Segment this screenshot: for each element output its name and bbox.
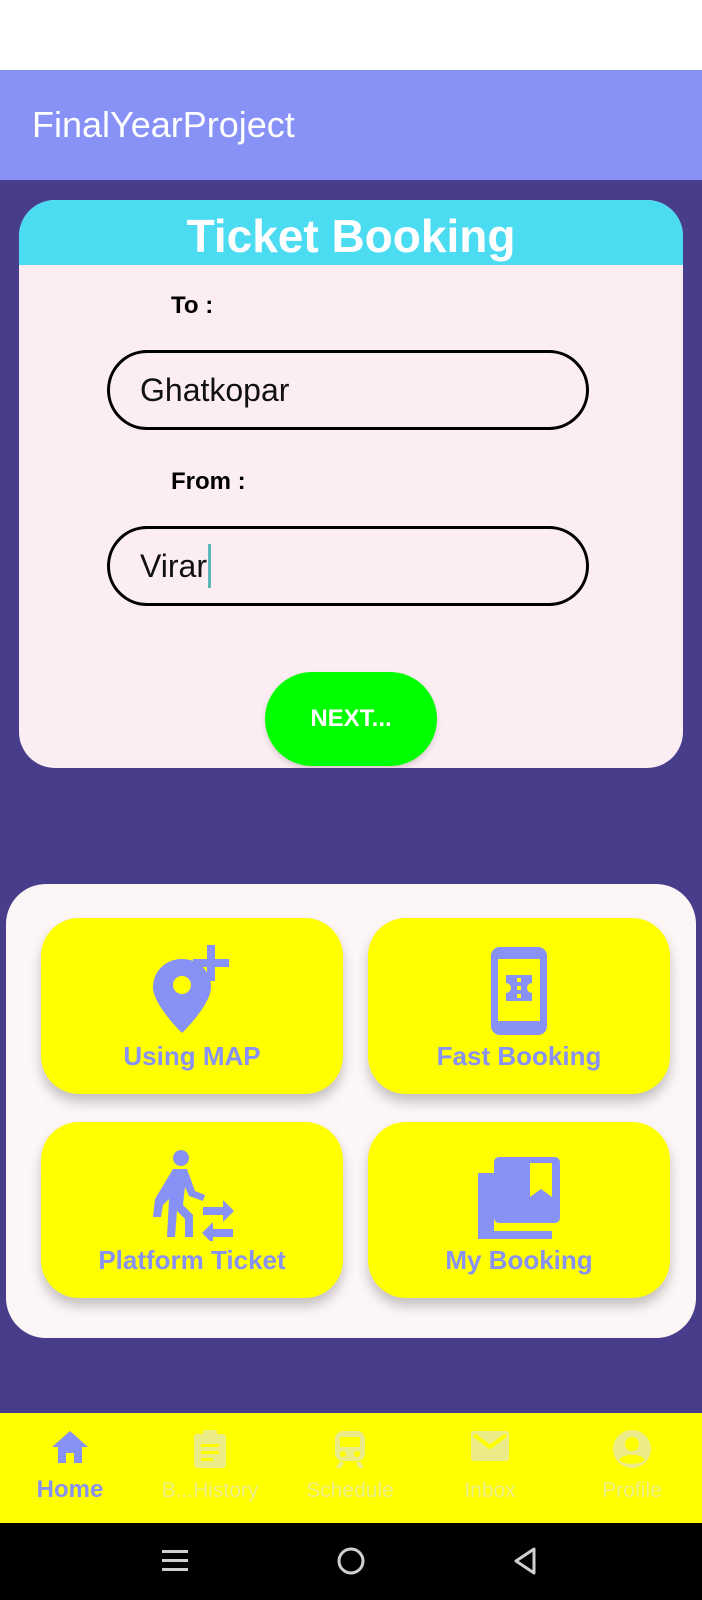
nav-schedule[interactable]: Schedule [280, 1413, 420, 1523]
next-button[interactable]: NEXT... [265, 672, 437, 766]
to-value: Ghatkopar [140, 371, 290, 408]
system-navigation-bar [0, 1523, 702, 1600]
to-label: To : [171, 292, 214, 319]
from-label: From : [171, 468, 246, 495]
library-bookmark-icon [478, 1157, 560, 1239]
platform-ticket-button[interactable]: Platform Ticket [41, 1122, 343, 1298]
phone-ticket-icon [491, 947, 547, 1035]
clipboard-icon [194, 1430, 226, 1468]
train-icon [335, 1431, 365, 1468]
using-map-label: Using MAP [123, 1041, 261, 1071]
home-icon [52, 1431, 88, 1463]
platform-ticket-label: Platform Ticket [98, 1245, 286, 1275]
nav-home[interactable]: Home [0, 1413, 140, 1523]
nav-inbox-label: Inbox [464, 1479, 516, 1502]
from-input[interactable]: Virar [107, 526, 589, 606]
from-value: Virar [140, 547, 207, 584]
fast-booking-label: Fast Booking [436, 1041, 602, 1071]
nav-home-label: Home [36, 1476, 104, 1503]
app-title: FinalYearProject [32, 104, 295, 145]
nav-schedule-label: Schedule [306, 1479, 394, 1502]
my-booking-label: My Booking [445, 1245, 593, 1275]
add-location-icon [153, 945, 229, 1033]
nav-profile[interactable]: Profile [562, 1413, 702, 1523]
options-panel: Using MAP Fast Booking Platform Ticket M… [6, 884, 696, 1338]
walk-transfer-icon [153, 1150, 234, 1241]
nav-inbox[interactable]: Inbox [420, 1413, 560, 1523]
nav-booking-history[interactable]: B...History [140, 1413, 280, 1523]
back-icon[interactable] [512, 1546, 538, 1576]
app-bar: FinalYearProject [0, 70, 702, 180]
bottom-navigation: Home B...History Schedule Inbox Profile [0, 1413, 702, 1523]
account-circle-icon [613, 1430, 651, 1468]
mail-icon [471, 1431, 509, 1461]
status-bar [0, 0, 702, 70]
main-content: Ticket Booking To : Ghatkopar From : Vir… [0, 180, 702, 1413]
ticket-booking-card: Ticket Booking To : Ghatkopar From : Vir… [19, 200, 683, 768]
nav-booking-history-label: B...History [161, 1479, 259, 1502]
my-booking-button[interactable]: My Booking [368, 1122, 670, 1298]
using-map-button[interactable]: Using MAP [41, 918, 343, 1094]
card-title: Ticket Booking [19, 200, 683, 265]
nav-profile-label: Profile [602, 1479, 662, 1502]
home-circle-icon[interactable] [336, 1546, 366, 1576]
recent-apps-icon[interactable] [161, 1547, 189, 1575]
fast-booking-button[interactable]: Fast Booking [368, 918, 670, 1094]
to-input[interactable]: Ghatkopar [107, 350, 589, 430]
text-cursor [207, 544, 211, 588]
